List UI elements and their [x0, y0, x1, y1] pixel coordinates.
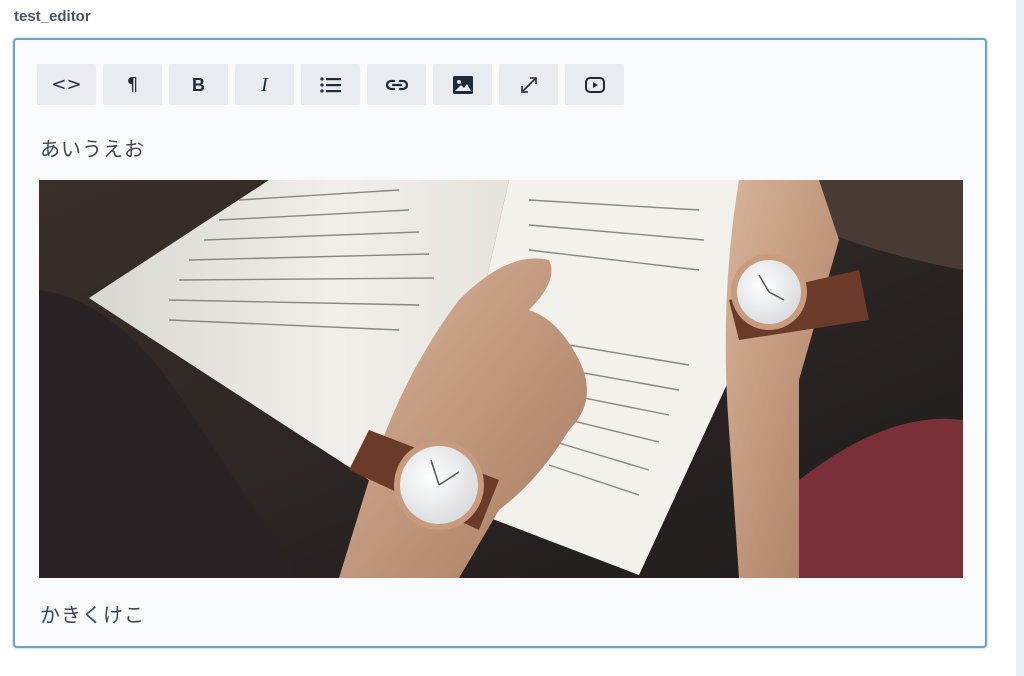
scrollbar[interactable] [1016, 0, 1024, 676]
expand-icon [520, 76, 537, 93]
bold-icon: B [192, 74, 205, 95]
pilcrow-icon: ¶ [126, 73, 139, 95]
video-button[interactable] [565, 64, 624, 105]
embedded-photo[interactable] [39, 180, 963, 578]
paragraph-button[interactable]: ¶ [103, 64, 162, 105]
fullscreen-button[interactable] [499, 64, 558, 105]
list-icon [319, 76, 341, 93]
editor-paragraph[interactable]: かきくけこ [40, 599, 145, 628]
field-label: test_editor [14, 8, 91, 25]
video-icon [584, 76, 605, 93]
source-code-button[interactable]: <> [37, 64, 96, 105]
image-icon [452, 75, 473, 94]
italic-button[interactable]: I [235, 64, 294, 105]
code-icon: <> [51, 73, 82, 95]
editor-paragraph[interactable]: あいうえお [40, 133, 145, 162]
link-button[interactable] [367, 64, 426, 105]
image-button[interactable] [433, 64, 492, 105]
editor-toolbar: <> ¶ B I [37, 64, 624, 106]
book-watches-photo [39, 180, 963, 578]
link-icon [385, 79, 408, 90]
rich-text-editor[interactable]: <> ¶ B I あいうえお かきくけこ [13, 38, 987, 648]
bold-button[interactable]: B [169, 64, 228, 105]
list-button[interactable] [301, 64, 360, 105]
italic-icon: I [261, 73, 268, 96]
